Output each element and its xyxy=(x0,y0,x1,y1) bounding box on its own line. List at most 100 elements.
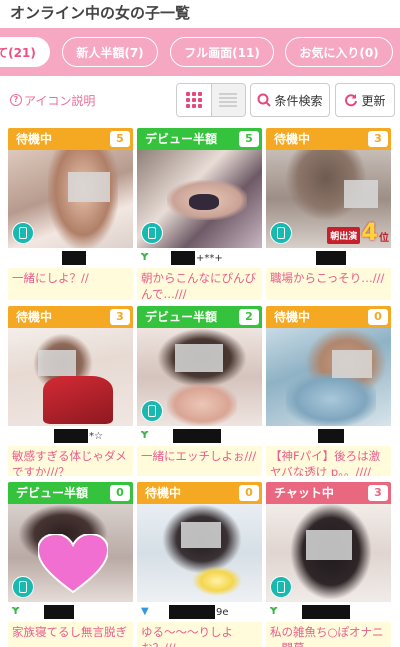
ranking-label: 朝出演 xyxy=(327,227,361,244)
phone-icon xyxy=(141,400,163,422)
sprout-icon: Ɏ xyxy=(12,606,20,617)
name-suffix: 9e xyxy=(216,606,229,618)
name-row: Ɏ xyxy=(8,602,133,622)
name-censor xyxy=(171,251,195,265)
name-row: Ɏ xyxy=(266,602,391,622)
face-blur xyxy=(306,530,352,560)
card-message: 私の雑魚ち○ぽオナニー開幕 xyxy=(270,625,384,647)
phone-icon xyxy=(141,222,163,244)
sprout-icon: Ɏ xyxy=(141,252,149,263)
card-message: 職場からこっそり…/// xyxy=(270,271,385,285)
face-blur xyxy=(332,350,372,378)
card-message: 【神Fパイ】後ろは激ヤバな透け p。。//// xyxy=(270,449,381,476)
card-message: 朝からこんなにぴんびんで…/// xyxy=(141,271,256,300)
girl-card[interactable]: 待機中 0 ▼ 9e ゆる～～～りしよお？/// xyxy=(137,482,262,647)
view-toggle xyxy=(176,83,246,117)
search-filter-button[interactable]: 条件検索 xyxy=(250,83,330,117)
girl-card[interactable]: デビュー半額 2 Ɏ 一緒にエッチしよぉ/// xyxy=(137,306,262,476)
beginner-leaf-icon: ▼ xyxy=(141,606,149,617)
profile-photo xyxy=(137,328,262,426)
icon-help-link[interactable]: ? アイコン説明 xyxy=(10,90,95,110)
page-header: オンライン中の女の子一覧 xyxy=(0,0,400,26)
count-badge: 5 xyxy=(110,131,130,147)
search-filter-label: 条件検索 xyxy=(274,93,323,108)
icon-help-label: アイコン説明 xyxy=(24,93,96,108)
count-badge: 2 xyxy=(239,309,259,325)
count-badge: 3 xyxy=(368,131,388,147)
phone-icon xyxy=(270,222,292,244)
name-censor xyxy=(54,429,88,443)
count-badge: 3 xyxy=(368,485,388,501)
sprout-icon: Ɏ xyxy=(270,606,278,617)
phone-icon xyxy=(270,576,292,598)
face-blur xyxy=(38,350,76,376)
name-row: Ɏ +**+ xyxy=(137,248,262,268)
tab-favorites[interactable]: お気に入り(0) xyxy=(285,37,393,67)
profile-photo xyxy=(266,328,391,426)
count-badge: 0 xyxy=(239,485,259,501)
girl-card[interactable]: 待機中 0 【神Fパイ】後ろは激ヤバな透け p。。//// xyxy=(266,306,391,476)
filter-tab-bar: て(21) 新人半額(7) フル画面(11) お気に入り(0) xyxy=(0,28,400,76)
face-blur xyxy=(181,522,221,548)
name-censor xyxy=(44,605,74,619)
profile-photo xyxy=(8,504,133,602)
search-icon xyxy=(257,93,272,107)
profile-photo xyxy=(137,504,262,602)
name-censor xyxy=(173,429,221,443)
card-message: ゆる～～～りしよお？/// xyxy=(141,625,233,647)
heart-sticker xyxy=(38,534,108,594)
name-censor xyxy=(62,251,86,265)
name-censor xyxy=(302,605,350,619)
grid-icon xyxy=(185,92,202,108)
girl-card[interactable]: 待機中 3 *☆ 敏感すぎる体じゃダメですか///？ xyxy=(8,306,133,476)
name-row: ▼ 9e xyxy=(137,602,262,622)
card-message: 敏感すぎる体じゃダメですか///？ xyxy=(12,449,127,476)
list-icon xyxy=(219,93,238,107)
name-row: Ɏ xyxy=(137,426,262,446)
girl-card[interactable]: 待機中 5 一緒にしよ？// xyxy=(8,128,133,300)
phone-icon xyxy=(12,576,34,598)
profile-photo xyxy=(266,504,391,602)
toolbar: ? アイコン説明 条件検索 更新 xyxy=(0,80,400,120)
tab-all[interactable]: て(21) xyxy=(0,37,50,67)
profile-photo xyxy=(8,150,133,248)
profile-photo xyxy=(137,150,262,248)
face-blur xyxy=(68,172,110,202)
page-title: オンライン中の女の子一覧 xyxy=(10,4,191,22)
question-icon: ? xyxy=(10,94,22,106)
face-blur xyxy=(344,180,378,208)
refresh-label: 更新 xyxy=(361,93,386,108)
grid-view-button[interactable] xyxy=(177,84,211,116)
girl-card[interactable]: デビュー半額 5 Ɏ +**+ 朝からこんなにぴんびんで…/// xyxy=(137,128,262,300)
count-badge: 3 xyxy=(110,309,130,325)
name-censor xyxy=(169,605,215,619)
name-censor xyxy=(318,429,344,443)
name-suffix: *☆ xyxy=(89,430,103,442)
girl-card[interactable]: チャット中 3 Ɏ 私の雑魚ち○ぽオナニー開幕 xyxy=(266,482,391,647)
name-row xyxy=(8,248,133,268)
profile-photo xyxy=(8,328,133,426)
refresh-button[interactable]: 更新 xyxy=(335,83,395,117)
list-view-button[interactable] xyxy=(210,84,245,116)
tab-new-half-price[interactable]: 新人半額(7) xyxy=(62,37,158,67)
name-censor xyxy=(316,251,346,265)
name-row xyxy=(266,426,391,446)
name-suffix: +**+ xyxy=(196,252,223,264)
count-badge: 0 xyxy=(368,309,388,325)
name-row xyxy=(266,248,391,268)
girl-card[interactable]: デビュー半額 0 Ɏ 家族寝てるし無言脱ぎ xyxy=(8,482,133,647)
card-message: 一緒にしよ？// xyxy=(12,271,89,285)
ranking-number: 4 xyxy=(361,218,378,246)
girl-card[interactable]: 待機中 3 朝出演 4 位 職場からこっそり…/// xyxy=(266,128,391,300)
refresh-icon xyxy=(345,94,358,107)
card-message: 家族寝てるし無言脱ぎ xyxy=(12,625,127,639)
ranking-badge: 朝出演 4 位 xyxy=(327,220,389,244)
ranking-suffix: 位 xyxy=(379,233,389,244)
card-message: 一緒にエッチしよぉ/// xyxy=(141,449,257,463)
tab-full-screen[interactable]: フル画面(11) xyxy=(170,37,274,67)
phone-icon xyxy=(12,222,34,244)
face-blur xyxy=(175,344,223,372)
name-row: *☆ xyxy=(8,426,133,446)
count-badge: 5 xyxy=(239,131,259,147)
count-badge: 0 xyxy=(110,485,130,501)
